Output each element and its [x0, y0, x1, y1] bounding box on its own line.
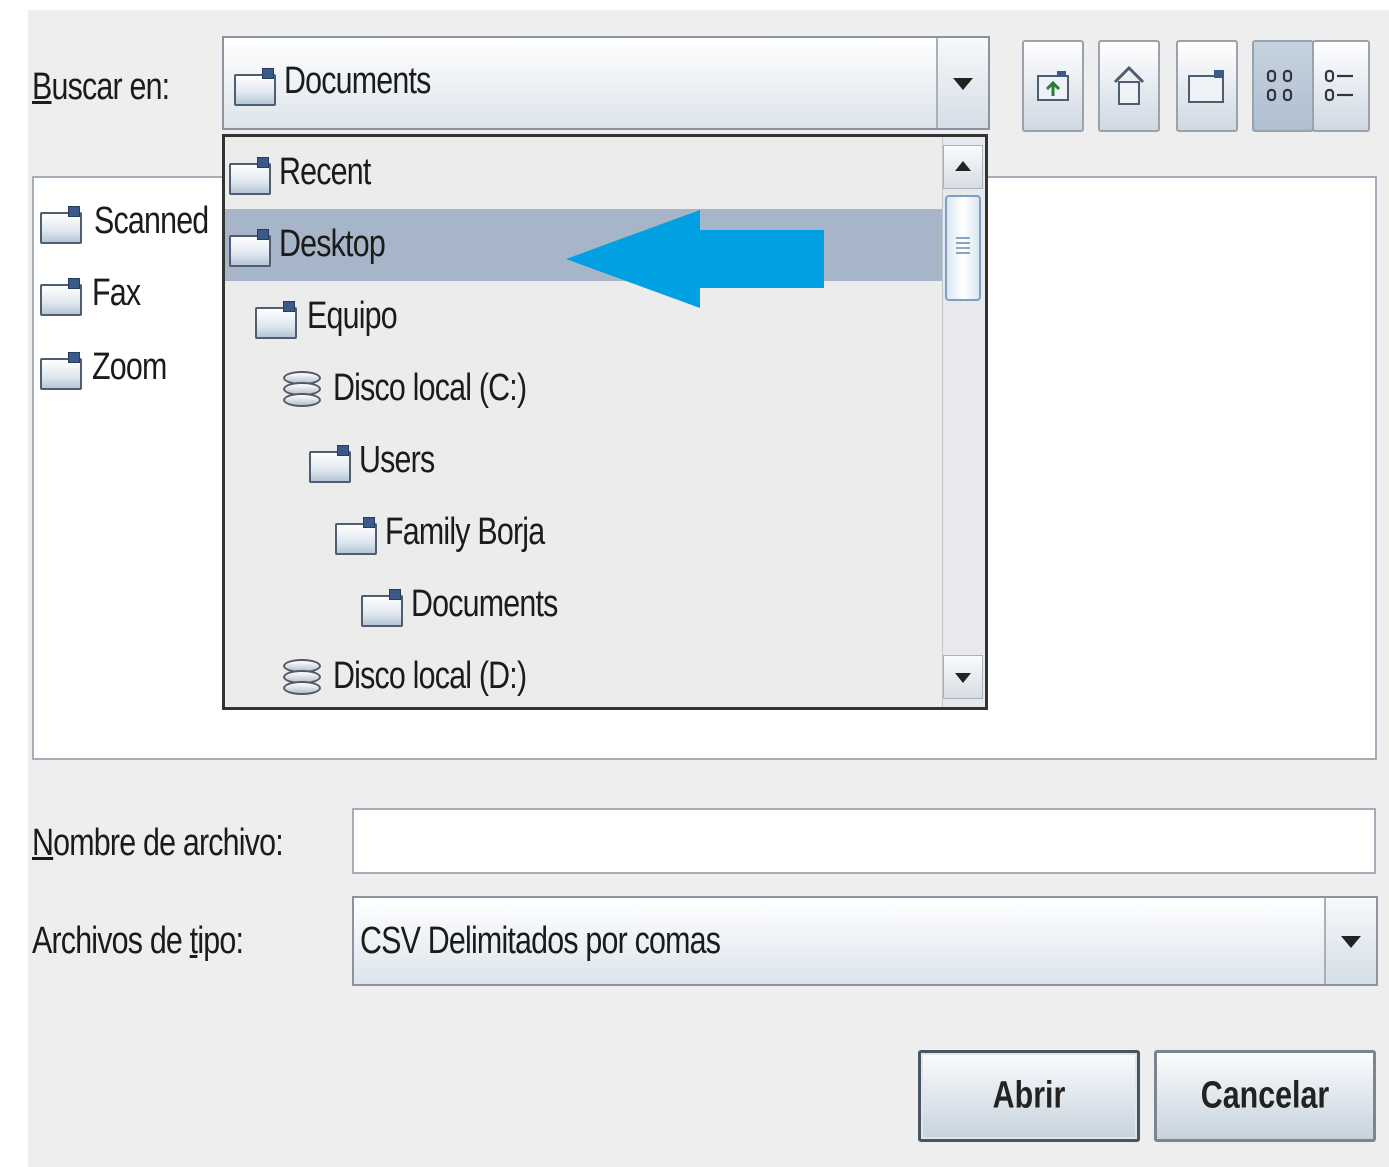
- details-view-button[interactable]: [1312, 40, 1370, 132]
- new-folder-icon: [1188, 70, 1224, 103]
- dropdown-item-label: Recent: [279, 151, 371, 193]
- scroll-up-button[interactable]: [943, 145, 983, 189]
- dropdown-item-label: Disco local (C:): [333, 367, 527, 409]
- home-icon: [1113, 65, 1145, 105]
- folder-icon: [309, 445, 351, 483]
- file-type-mnemonic: t: [189, 920, 198, 962]
- file-type-label-pre: Archivos de: [32, 920, 190, 962]
- folder-icon: [234, 68, 276, 106]
- look-in-value: Documents: [284, 60, 431, 102]
- dropdown-scrollbar[interactable]: [942, 137, 985, 707]
- file-type-label-rest: ipo:: [197, 920, 244, 962]
- disk-icon: [283, 659, 321, 697]
- up-one-level-icon: [1037, 71, 1069, 101]
- dropdown-item-disco-c[interactable]: Disco local (C:): [225, 353, 945, 425]
- dropdown-item-label: Disco local (D:): [333, 655, 527, 697]
- look-in-label-text: uscar en:: [51, 66, 170, 108]
- file-name: Zoom: [92, 346, 167, 388]
- dropdown-item-disco-d[interactable]: Disco local (D:): [225, 641, 945, 707]
- file-type-label: Archivos de tipo:: [32, 920, 244, 963]
- dropdown-item-users[interactable]: Users: [225, 425, 945, 497]
- list-view-icon: [1266, 69, 1293, 102]
- file-type-value: CSV Delimitados por comas: [360, 920, 721, 962]
- annotation-arrow-icon: [566, 210, 824, 308]
- file-name-label: Nombre de archivo:: [32, 822, 284, 865]
- up-one-level-button[interactable]: [1022, 40, 1084, 132]
- dropdown-item-label: Desktop: [279, 223, 386, 265]
- file-name: Fax: [92, 272, 141, 314]
- scroll-thumb[interactable]: [945, 195, 981, 301]
- folder-icon: [40, 206, 82, 244]
- dropdown-item-documents[interactable]: Documents: [225, 569, 945, 641]
- look-in-label: Buscar en:: [32, 66, 170, 109]
- file-name: Scanned: [94, 200, 209, 242]
- open-button-label: Abrir: [992, 1074, 1066, 1117]
- folder-icon: [361, 589, 403, 627]
- chevron-down-icon[interactable]: [1324, 898, 1376, 984]
- file-chooser-dialog: Buscar en: Documents Scanned Fax Zoom Re…: [28, 10, 1389, 1167]
- folder-icon: [40, 278, 82, 316]
- file-name-input[interactable]: [352, 808, 1376, 874]
- folder-icon: [335, 517, 377, 555]
- chevron-down-icon[interactable]: [936, 38, 988, 128]
- list-view-button[interactable]: [1252, 40, 1314, 132]
- folder-icon: [255, 301, 297, 339]
- disk-icon: [283, 371, 321, 409]
- folder-icon: [40, 352, 82, 390]
- details-view-icon: [1324, 69, 1353, 102]
- dropdown-item-label: Family Borja: [385, 511, 545, 553]
- cancel-button[interactable]: Cancelar: [1154, 1050, 1376, 1142]
- dropdown-item-label: Documents: [411, 583, 558, 625]
- scroll-down-button[interactable]: [943, 655, 983, 699]
- dropdown-item-label: Users: [359, 439, 435, 481]
- file-name-mnemonic: N: [32, 822, 54, 864]
- open-button[interactable]: Abrir: [918, 1050, 1140, 1142]
- file-name-label-text: ombre de archivo:: [53, 822, 284, 864]
- folder-icon: [229, 229, 271, 267]
- dropdown-item-recent[interactable]: Recent: [225, 137, 945, 209]
- look-in-mnemonic: B: [32, 66, 52, 108]
- home-button[interactable]: [1098, 40, 1160, 132]
- file-type-combo[interactable]: CSV Delimitados por comas: [352, 896, 1378, 986]
- new-folder-button[interactable]: [1176, 40, 1238, 132]
- folder-icon: [229, 157, 271, 195]
- dropdown-item-family-borja[interactable]: Family Borja: [225, 497, 945, 569]
- look-in-combo[interactable]: Documents: [222, 36, 990, 130]
- cancel-button-label: Cancelar: [1200, 1074, 1330, 1117]
- dropdown-item-label: Equipo: [307, 295, 398, 337]
